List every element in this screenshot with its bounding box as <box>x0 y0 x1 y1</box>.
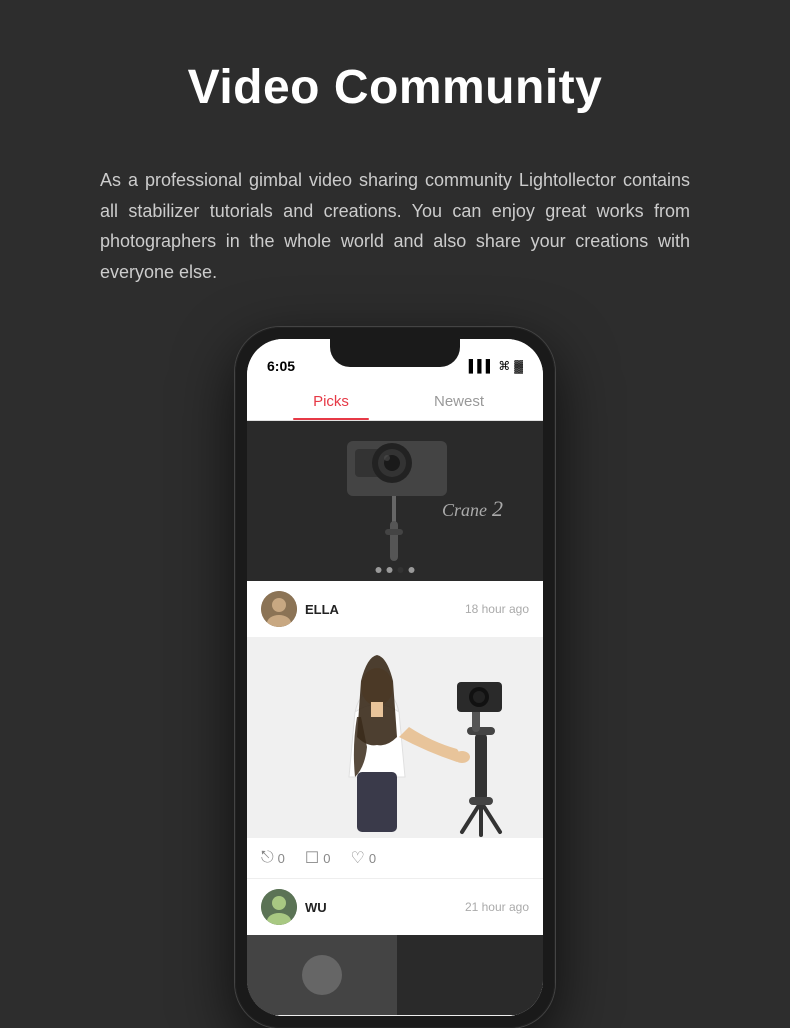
wu-post-image <box>247 935 543 1015</box>
ella-image-svg <box>247 637 543 837</box>
post-ella-user: ELLA <box>261 591 339 627</box>
signal-icon: ▌▌▌ <box>469 359 495 373</box>
share-count: 0 <box>278 851 285 866</box>
banner-svg: Crane 2 <box>247 421 543 581</box>
ella-post-actions: ⎋ 0 ☐ 0 ♡ 0 <box>247 837 543 878</box>
wu-post-time: 21 hour ago <box>465 900 529 914</box>
post-ella: ELLA 18 hour ago <box>247 581 543 879</box>
dot-1 <box>376 567 382 573</box>
dot-3 <box>398 567 404 573</box>
tab-picks[interactable]: Picks <box>267 383 395 420</box>
tab-newest[interactable]: Newest <box>395 383 523 420</box>
title-section: Video Community <box>188 60 603 125</box>
comment-count: 0 <box>323 851 330 866</box>
dot-2 <box>387 567 393 573</box>
banner-dots <box>376 567 415 573</box>
banner-inner: Crane 2 <box>247 421 543 581</box>
dot-4 <box>409 567 415 573</box>
ella-post-image <box>247 637 543 837</box>
battery-icon: ▓ <box>514 359 523 373</box>
avatar-ella <box>261 591 297 627</box>
wifi-icon: ⌘ <box>498 359 510 373</box>
phone-outer: 6:05 ▌▌▌ ⌘ ▓ Picks Newest <box>235 327 555 1028</box>
wu-image-svg <box>247 935 543 1015</box>
share-action[interactable]: ⎋ 0 <box>261 848 285 868</box>
post-ella-header: ELLA 18 hour ago <box>247 581 543 637</box>
svg-text:2: 2 <box>492 496 503 521</box>
share-icon: ⎋ <box>261 849 274 867</box>
post-wu-header: WU 21 hour ago <box>247 879 543 935</box>
phone-notch <box>330 339 460 367</box>
post-wu-user: WU <box>261 889 327 925</box>
app-tabs: Picks Newest <box>247 383 543 421</box>
page-title: Video Community <box>188 60 603 115</box>
status-time: 6:05 <box>267 358 295 374</box>
ella-username: ELLA <box>305 602 339 617</box>
phone-screen: 6:05 ▌▌▌ ⌘ ▓ Picks Newest <box>247 339 543 1016</box>
avatar-wu <box>261 889 297 925</box>
like-action[interactable]: ♡ 0 <box>350 848 376 868</box>
comment-action[interactable]: ☐ 0 <box>305 848 331 868</box>
like-count: 0 <box>369 851 376 866</box>
featured-banner: Crane 2 <box>247 421 543 581</box>
heart-icon: ♡ <box>350 848 364 868</box>
svg-text:Crane: Crane <box>442 500 487 520</box>
phone-mockup: 6:05 ▌▌▌ ⌘ ▓ Picks Newest <box>235 327 555 1028</box>
post-wu: WU 21 hour ago <box>247 879 543 1016</box>
comment-icon: ☐ <box>305 848 319 868</box>
description-text: As a professional gimbal video sharing c… <box>100 165 690 287</box>
ella-post-time: 18 hour ago <box>465 602 529 616</box>
wu-username: WU <box>305 900 327 915</box>
status-icons: ▌▌▌ ⌘ ▓ <box>469 359 523 373</box>
page-container: Video Community As a professional gimbal… <box>0 0 790 1028</box>
